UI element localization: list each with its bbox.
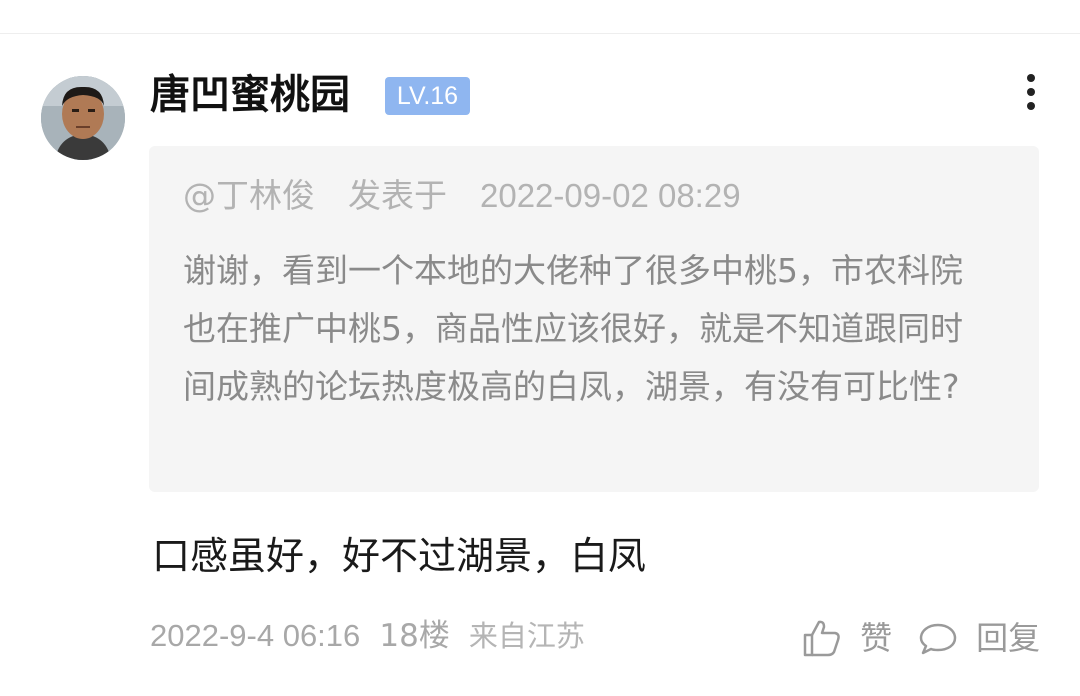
location: 来自江苏 <box>468 619 585 653</box>
floor-number: 18楼 <box>379 618 450 654</box>
like-button[interactable]: 赞 <box>802 612 892 660</box>
comment-page: 唐凹蜜桃园 LV.16 @丁林俊 发表于 2022-09-02 08:29 谢谢… <box>0 0 1080 696</box>
quote-posted-label: 发表于 <box>348 176 447 215</box>
thumbs-up-icon <box>803 620 840 657</box>
quote-timestamp: 2022-09-02 08:29 <box>480 177 741 214</box>
quote-text: 谢谢，看到一个本地的大佬种了很多中桃5，市农科院也在推广中桃5，商品性应该很好，… <box>183 251 963 406</box>
avatar-image <box>41 76 125 160</box>
like-label: 赞 <box>860 619 893 657</box>
username[interactable]: 唐凹蜜桃园 <box>150 68 350 122</box>
reply-label: 回复 <box>976 619 1041 657</box>
avatar[interactable] <box>41 76 125 160</box>
comment-date: 2022-9-4 06:16 <box>150 618 361 653</box>
level-badge: LV.16 <box>385 77 470 115</box>
reply-button[interactable]: 回复 <box>918 612 1040 660</box>
more-options-button[interactable] <box>1014 72 1048 112</box>
top-divider <box>0 33 1080 34</box>
quote-header: @丁林俊 发表于 2022-09-02 08:29 <box>183 174 741 218</box>
quote-author[interactable]: @丁林俊 <box>183 176 315 215</box>
chat-bubble-icon <box>919 623 957 655</box>
more-vertical-icon <box>1027 74 1035 82</box>
comment-text: 口感虽好，好不过湖景，白凤 <box>152 534 647 578</box>
quoted-comment[interactable]: @丁林俊 发表于 2022-09-02 08:29 谢谢，看到一个本地的大佬种了… <box>149 146 1039 492</box>
comment-meta: 2022-9-4 06:16 18楼 来自江苏 <box>150 614 585 658</box>
